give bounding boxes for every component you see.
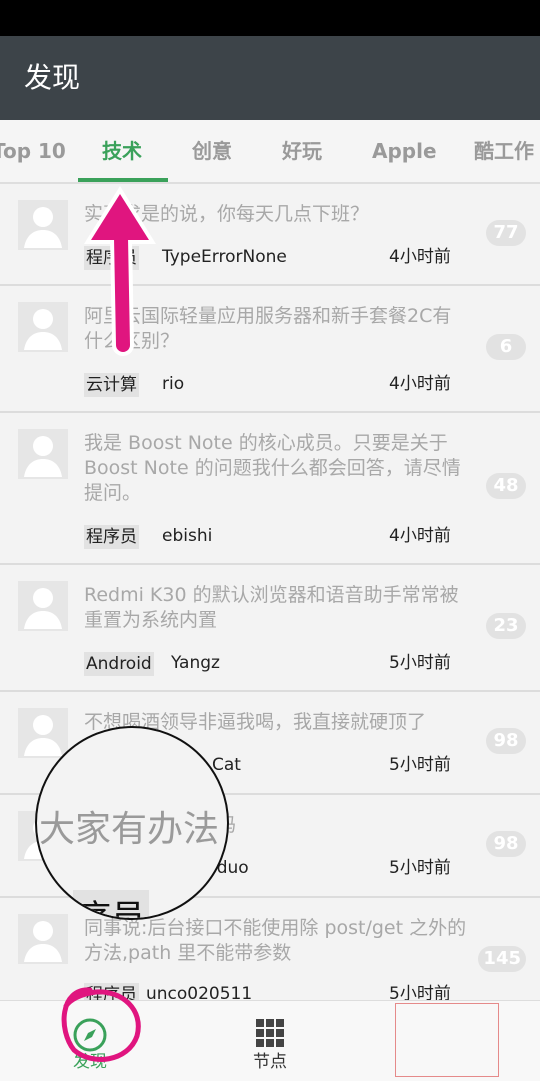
node-label[interactable]: Android xyxy=(84,652,154,676)
bottom-nav: 发现 节点 xyxy=(0,1000,540,1081)
topic-title[interactable]: 实事求是的说，你每天几点下班？ xyxy=(84,202,469,227)
topic-row[interactable]: 实事求是的说，你每天几点下班？ 程序员 TypeErrorNone 4小时前 7… xyxy=(0,184,540,286)
app-header: 发现 xyxy=(0,36,540,120)
status-bar xyxy=(0,0,540,36)
reply-count-badge: 77 xyxy=(486,220,526,246)
topic-title[interactable]: Redmi K30 的默认浏览器和语音助手常常被重置为系统内置 xyxy=(84,583,469,633)
node-label[interactable]: 程序员 xyxy=(84,246,139,270)
post-time: 5小时前 xyxy=(389,653,451,673)
reply-count-badge: 23 xyxy=(486,613,526,639)
post-time: 4小时前 xyxy=(389,526,451,546)
node-label[interactable]: 程序员 xyxy=(84,983,139,1000)
topic-row[interactable]: Redmi K30 的默认浏览器和语音助手常常被重置为系统内置 Android … xyxy=(0,565,540,692)
tab-creative[interactable]: 创意 xyxy=(192,136,232,166)
nav-empty-slot[interactable] xyxy=(395,1003,499,1077)
author-name[interactable]: Cat xyxy=(212,754,241,776)
compass-icon xyxy=(73,1018,107,1052)
avatar[interactable] xyxy=(18,914,68,964)
topic-title[interactable]: 我是 Boost Note 的核心成员。只要是关于 Boost Note 的问题… xyxy=(84,431,469,506)
node-label[interactable]: 云计算 xyxy=(84,373,139,397)
page-title: 发现 xyxy=(24,61,81,94)
post-time: 5小时前 xyxy=(389,755,451,775)
reply-count-badge: 6 xyxy=(486,334,526,360)
topic-title[interactable]: 同事说:后台接口不能使用除 post/get 之外的方法,path 里不能带参数 xyxy=(84,916,469,966)
reply-count-badge: 98 xyxy=(486,728,526,754)
reply-count-badge: 48 xyxy=(486,473,526,499)
tab-tech[interactable]: 技术 xyxy=(102,136,142,166)
author-name[interactable]: Yangz xyxy=(171,652,220,674)
nav-label: 发现 xyxy=(73,1052,107,1072)
author-name[interactable]: unco020511 xyxy=(146,983,252,1000)
magnifier-lens: 大家有办法 序员 xyxy=(35,726,229,920)
topic-title[interactable]: 阿里云国际轻量应用服务器和新手套餐2C有什么区别？ xyxy=(84,304,469,354)
active-tab-indicator xyxy=(78,178,168,182)
avatar[interactable] xyxy=(18,581,68,631)
magnified-node-label: 序员 xyxy=(73,890,149,918)
avatar[interactable] xyxy=(18,200,68,250)
magnified-text: 大家有办法 xyxy=(39,809,220,850)
tab-jobs[interactable]: 酷工作 xyxy=(474,136,534,166)
nav-discover[interactable]: 发现 xyxy=(0,1001,180,1081)
avatar[interactable] xyxy=(18,708,68,758)
topic-row[interactable]: 我是 Boost Note 的核心成员。只要是关于 Boost Note 的问题… xyxy=(0,413,540,565)
topic-row[interactable]: 阿里云国际轻量应用服务器和新手套餐2C有什么区别？ 云计算 rio 4小时前 6 xyxy=(0,286,540,413)
tab-fun[interactable]: 好玩 xyxy=(282,136,322,166)
post-time: 4小时前 xyxy=(389,374,451,394)
avatar[interactable] xyxy=(18,302,68,352)
post-time: 5小时前 xyxy=(389,858,451,878)
nav-label: 节点 xyxy=(253,1052,287,1072)
post-time: 4小时前 xyxy=(389,247,451,267)
author-name[interactable]: ebishi xyxy=(162,525,212,547)
grid-icon xyxy=(256,1019,284,1047)
avatar[interactable] xyxy=(18,429,68,479)
nav-nodes[interactable]: 节点 xyxy=(180,1001,360,1081)
tab-apple[interactable]: Apple xyxy=(372,136,437,166)
reply-count-badge: 145 xyxy=(478,946,526,972)
node-label[interactable]: 程序员 xyxy=(84,525,139,549)
reply-count-badge: 98 xyxy=(486,831,526,857)
tab-top10[interactable]: Top 10 xyxy=(0,136,66,166)
category-tabs: Top 10 技术 创意 好玩 Apple 酷工作 xyxy=(0,120,540,184)
author-name[interactable]: TypeErrorNone xyxy=(162,246,287,268)
author-name[interactable]: rio xyxy=(162,373,184,395)
post-time: 5小时前 xyxy=(389,984,451,1000)
